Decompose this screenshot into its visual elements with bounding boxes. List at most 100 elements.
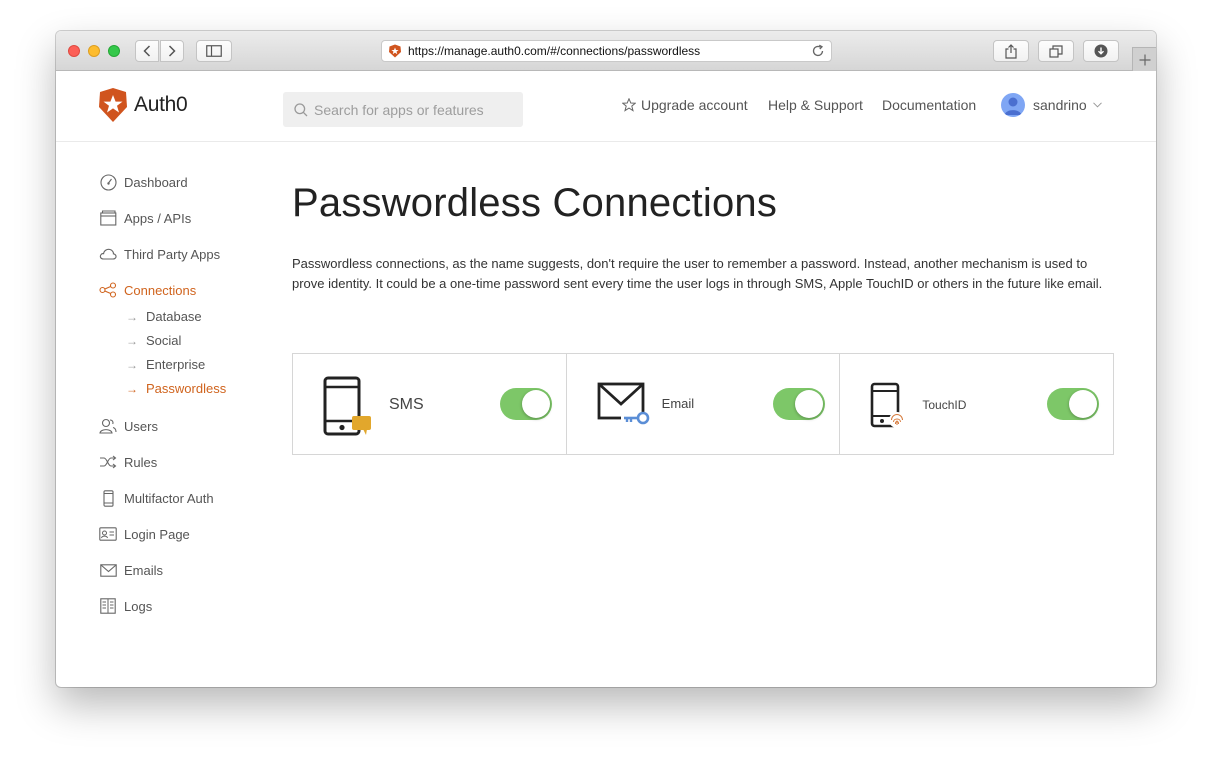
sidebar-item-label: Rules (124, 454, 158, 470)
sidebar-item-label: Apps / APIs (124, 210, 192, 226)
sidebar-item-login-page[interactable]: Login Page (99, 525, 190, 543)
star-icon (622, 98, 636, 112)
sidebar-icon (206, 45, 222, 57)
download-icon (1094, 44, 1108, 58)
tabs-icon (1049, 44, 1063, 58)
touchid-phone-icon (871, 382, 906, 428)
user-menu[interactable]: sandrino (1001, 93, 1107, 117)
sidebar-subitem-label: Passwordless (146, 381, 227, 396)
id-card-icon (99, 525, 117, 543)
arrow-right-icon: → (126, 381, 138, 396)
minimize-window-button[interactable] (88, 45, 100, 57)
sidebar-item-rules[interactable]: Rules (99, 453, 157, 471)
shuffle-icon (99, 453, 117, 471)
toggle-knob (795, 390, 824, 418)
sidebar-item-dashboard[interactable]: Dashboard (99, 173, 188, 191)
sidebar-item-label: Dashboard (124, 174, 188, 190)
sidebar-item-logs[interactable]: Logs (99, 597, 152, 615)
sidebar-item-label: Logs (124, 598, 153, 614)
toggle-knob (1069, 390, 1098, 418)
sidebar-item-emails[interactable]: Emails (99, 561, 163, 579)
chevron-right-icon (168, 45, 176, 57)
sidebar-subitem-database[interactable]: → Database (126, 309, 202, 324)
sidebar-item-label: Emails (124, 562, 164, 578)
maximize-window-button[interactable] (108, 45, 120, 57)
email-key-icon (597, 382, 649, 425)
forward-button[interactable] (160, 40, 184, 62)
connection-card-touchid[interactable]: TouchID (840, 354, 1113, 454)
sidebar-subitem-passwordless[interactable]: → Passwordless (126, 381, 226, 396)
sidebar-item-third-party-apps[interactable]: Third Party Apps (99, 245, 220, 263)
search-input[interactable] (314, 101, 514, 118)
search-box[interactable] (283, 92, 523, 127)
cloud-icon (99, 245, 117, 263)
arrow-right-icon: → (126, 357, 138, 372)
passwordless-connections-grid: SMS Email TouchID (292, 353, 1114, 455)
plus-icon (1139, 54, 1150, 65)
arrow-right-icon: → (126, 309, 138, 324)
upgrade-account-label: Upgrade account (641, 97, 748, 113)
arrow-right-icon: → (126, 333, 138, 348)
user-avatar-icon (1004, 97, 1022, 115)
browser-window: https://manage.auth0.com/#/connections/p… (56, 31, 1156, 687)
connections-icon (99, 281, 117, 299)
connection-label-email: Email (661, 396, 695, 411)
search-icon (294, 102, 308, 116)
documentation-link[interactable]: Documentation (882, 97, 976, 113)
sidebar-item-label: Users (124, 418, 158, 434)
reload-icon[interactable] (811, 44, 825, 58)
sidebar-subitem-enterprise[interactable]: → Enterprise (126, 357, 205, 372)
user-name: sandrino (1033, 97, 1087, 113)
page-title: Passwordless Connections (292, 181, 778, 225)
touchid-toggle[interactable] (1047, 388, 1100, 420)
page-description: Passwordless connections, as the name su… (292, 256, 1103, 291)
browser-toolbar: https://manage.auth0.com/#/connections/p… (56, 31, 1156, 71)
sidebar-subitem-label: Social (146, 333, 182, 348)
auth0-favicon-icon (389, 44, 401, 58)
sidebar-item-label: Connections (124, 282, 197, 298)
avatar (1001, 93, 1025, 117)
sidebar-subitem-label: Database (146, 309, 202, 324)
sidebar-item-apps-apis[interactable]: Apps / APIs (99, 209, 191, 227)
auth0-logo[interactable]: Auth0 (98, 88, 188, 122)
sidebar-item-multifactor-auth[interactable]: Multifactor Auth (99, 489, 214, 507)
close-window-button[interactable] (68, 45, 80, 57)
share-icon (1005, 43, 1017, 59)
email-toggle[interactable] (773, 388, 826, 420)
address-bar[interactable]: https://manage.auth0.com/#/connections/p… (381, 40, 832, 62)
sidebar-toggle-button[interactable] (196, 40, 232, 62)
chevron-left-icon (143, 45, 151, 57)
connection-card-sms[interactable]: SMS (293, 354, 567, 454)
sidebar-item-label: Multifactor Auth (124, 490, 214, 506)
new-tab-button[interactable] (1132, 47, 1156, 71)
sidebar-item-users[interactable]: Users (99, 417, 158, 435)
logo-text: Auth0 (134, 93, 188, 116)
phone-icon (99, 489, 117, 507)
upgrade-account-link[interactable]: Upgrade account (622, 97, 748, 113)
apps-icon (99, 209, 117, 227)
sms-phone-icon (323, 376, 371, 436)
auth0-shield-icon (99, 88, 127, 122)
sidebar-subitem-social[interactable]: → Social (126, 333, 181, 348)
help-support-link[interactable]: Help & Support (768, 97, 863, 113)
book-icon (99, 597, 117, 615)
url-text: https://manage.auth0.com/#/connections/p… (408, 44, 701, 58)
connection-label-touchid: TouchID (922, 398, 967, 412)
envelope-icon (99, 561, 117, 579)
downloads-button[interactable] (1083, 40, 1119, 62)
connection-label-sms: SMS (389, 396, 424, 413)
sidebar-item-connections[interactable]: Connections (99, 281, 196, 299)
dashboard-icon (99, 173, 117, 191)
sidebar-item-label: Login Page (124, 526, 190, 542)
documentation-label: Documentation (882, 97, 977, 113)
tabs-overview-button[interactable] (1038, 40, 1074, 62)
toggle-knob (521, 390, 550, 418)
chevron-down-icon (1092, 102, 1102, 108)
sidebar-item-label: Third Party Apps (124, 246, 221, 262)
connection-card-email[interactable]: Email (567, 354, 841, 454)
share-button[interactable] (993, 40, 1029, 62)
back-button[interactable] (135, 40, 159, 62)
sms-toggle[interactable] (499, 388, 552, 420)
help-support-label: Help & Support (768, 97, 863, 113)
app-header: Auth0 Upgrade account Help & Support Doc… (56, 71, 1156, 142)
